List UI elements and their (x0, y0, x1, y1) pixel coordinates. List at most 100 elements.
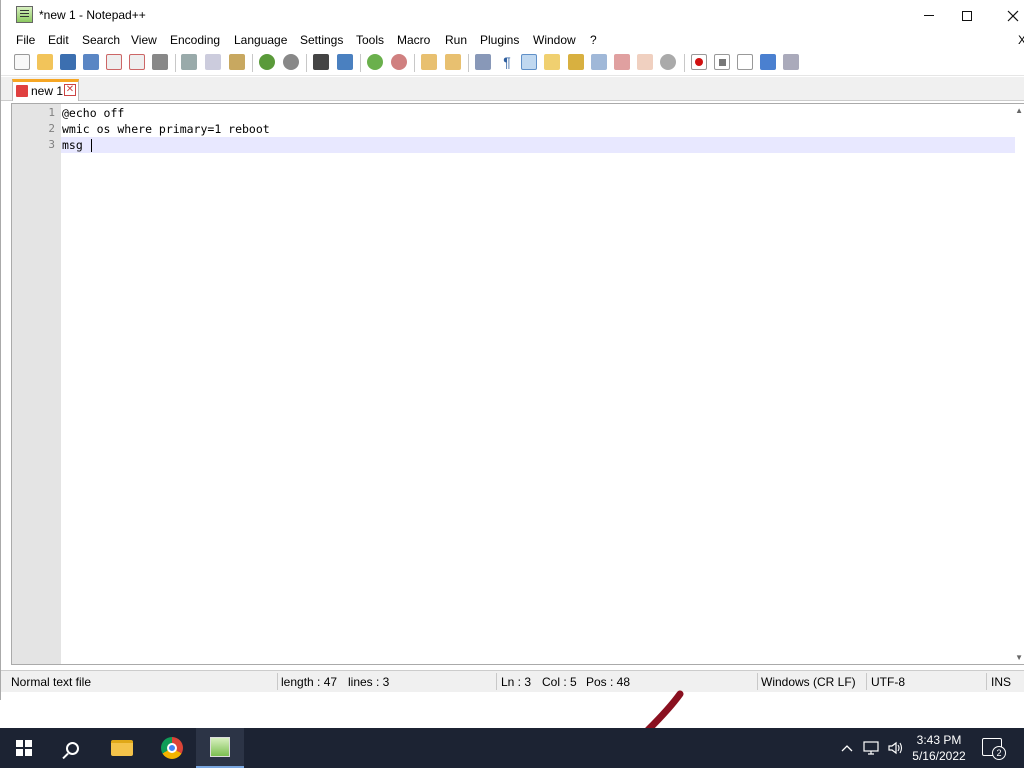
taskbar: 3:43 PM 5/16/2022 2 (0, 728, 1024, 768)
record-macro-icon[interactable] (691, 54, 707, 70)
window-title: *new 1 - Notepad++ (39, 8, 146, 22)
status-lines: lines : 3 (348, 675, 390, 689)
menu-search[interactable]: Search (82, 33, 120, 47)
toolbar-separator (414, 54, 415, 72)
close-icon[interactable] (106, 54, 122, 70)
monitoring-icon[interactable] (637, 54, 653, 70)
folder-as-workspace-icon[interactable] (614, 54, 630, 70)
status-divider (986, 673, 987, 690)
record-dot (695, 58, 703, 66)
line-number: 1 (48, 106, 55, 119)
status-eol: Windows (CR LF) (761, 675, 856, 689)
save-all-icon[interactable] (83, 54, 99, 70)
title-bar[interactable]: *new 1 - Notepad++ (1, 0, 1024, 31)
menu-plugins[interactable]: Plugins (480, 33, 519, 47)
maximize-button[interactable] (944, 0, 990, 31)
menu-file[interactable]: File (16, 33, 35, 47)
network-tray-button[interactable] (860, 728, 882, 768)
code-text: msg (62, 138, 90, 152)
menu-settings[interactable]: Settings (300, 33, 343, 47)
new-file-icon[interactable] (14, 54, 30, 70)
close-window-button[interactable] (990, 0, 1024, 31)
cut-icon[interactable] (181, 54, 197, 70)
taskbar-file-explorer[interactable] (98, 728, 146, 768)
show-hidden-icons-button[interactable] (838, 728, 856, 768)
stop-square (718, 58, 726, 66)
current-code-line[interactable]: msg (61, 137, 1015, 153)
menu-macro[interactable]: Macro (397, 33, 430, 47)
find-icon[interactable] (313, 54, 329, 70)
status-divider (496, 673, 497, 690)
sync-horizontal-icon[interactable] (445, 54, 461, 70)
close-document-icon[interactable]: X (1018, 33, 1024, 47)
zoom-out-icon[interactable] (391, 54, 407, 70)
redo-icon[interactable] (283, 54, 299, 70)
undo-icon[interactable] (259, 54, 275, 70)
doc-map-icon[interactable] (568, 54, 584, 70)
menu-encoding[interactable]: Encoding (170, 33, 220, 47)
toolbar-separator (252, 54, 253, 72)
playback-macro-icon[interactable] (737, 54, 753, 70)
menu-view[interactable]: View (131, 33, 157, 47)
chevron-up-icon (841, 745, 853, 752)
scroll-down-icon[interactable]: ▼ (1015, 653, 1023, 662)
replace-icon[interactable] (337, 54, 353, 70)
menu-help[interactable]: ? (590, 33, 597, 47)
save-macro-icon[interactable] (783, 54, 799, 70)
zoom-in-icon[interactable] (367, 54, 383, 70)
unsaved-file-icon (16, 85, 28, 97)
function-list-icon[interactable] (591, 54, 607, 70)
eye-icon[interactable] (660, 54, 676, 70)
maximize-icon (962, 10, 972, 21)
start-button[interactable] (0, 728, 48, 768)
status-pos: Pos : 48 (586, 675, 631, 689)
toolbar-separator (360, 54, 361, 72)
menu-language[interactable]: Language (234, 33, 287, 47)
toolbar-separator (175, 54, 176, 72)
sync-vertical-icon[interactable] (421, 54, 437, 70)
open-file-icon[interactable] (37, 54, 53, 70)
toolbar-separator (468, 54, 469, 72)
menu-window[interactable]: Window (533, 33, 576, 47)
status-length: length : 47 (281, 675, 338, 689)
taskbar-search-button[interactable] (48, 728, 96, 768)
tab-new-1[interactable]: new 1 ✕ (12, 79, 79, 101)
toolbar-separator (306, 54, 307, 72)
paste-icon[interactable] (229, 54, 245, 70)
stop-recording-icon[interactable] (714, 54, 730, 70)
run-macro-multiple-icon[interactable] (760, 54, 776, 70)
menu-run[interactable]: Run (445, 33, 467, 47)
toolbar: ¶ (1, 50, 1024, 76)
line-number: 2 (48, 122, 55, 135)
editor-area[interactable]: 1 2 3 @echo off wmic os where primary=1 … (11, 103, 1024, 665)
word-wrap-icon[interactable] (475, 54, 491, 70)
chrome-icon (161, 737, 183, 759)
udl-icon[interactable] (544, 54, 560, 70)
search-icon (65, 741, 79, 755)
code-text: @echo off (62, 106, 125, 120)
print-icon[interactable] (152, 54, 168, 70)
indent-guide-icon[interactable] (521, 54, 537, 70)
show-all-chars-icon[interactable]: ¶ (499, 54, 515, 70)
code-line[interactable]: wmic os where primary=1 reboot (61, 121, 1015, 137)
network-icon (863, 741, 879, 755)
code-line[interactable]: @echo off (61, 105, 1015, 121)
status-ln: Ln : 3 (501, 675, 532, 689)
notepad-plus-plus-icon (16, 6, 33, 23)
taskbar-notepad-plus-plus[interactable] (196, 728, 244, 768)
tab-close-icon[interactable]: ✕ (64, 84, 76, 96)
save-icon[interactable] (60, 54, 76, 70)
vertical-scrollbar[interactable]: ▲ ▼ (1014, 104, 1024, 664)
notepad-plus-plus-window: *new 1 - Notepad++ File Edit Search View… (0, 0, 1024, 700)
copy-icon[interactable] (205, 54, 221, 70)
taskbar-chrome[interactable] (148, 728, 196, 768)
menu-edit[interactable]: Edit (48, 33, 69, 47)
scroll-up-icon[interactable]: ▲ (1015, 106, 1023, 115)
tab-label: new 1 (31, 84, 64, 98)
menu-tools[interactable]: Tools (356, 33, 384, 47)
text-caret (90, 139, 92, 152)
taskbar-clock[interactable]: 3:43 PM 5/16/2022 (900, 732, 978, 764)
close-all-icon[interactable] (129, 54, 145, 70)
status-divider (277, 673, 278, 690)
clock-date: 5/16/2022 (912, 749, 966, 763)
